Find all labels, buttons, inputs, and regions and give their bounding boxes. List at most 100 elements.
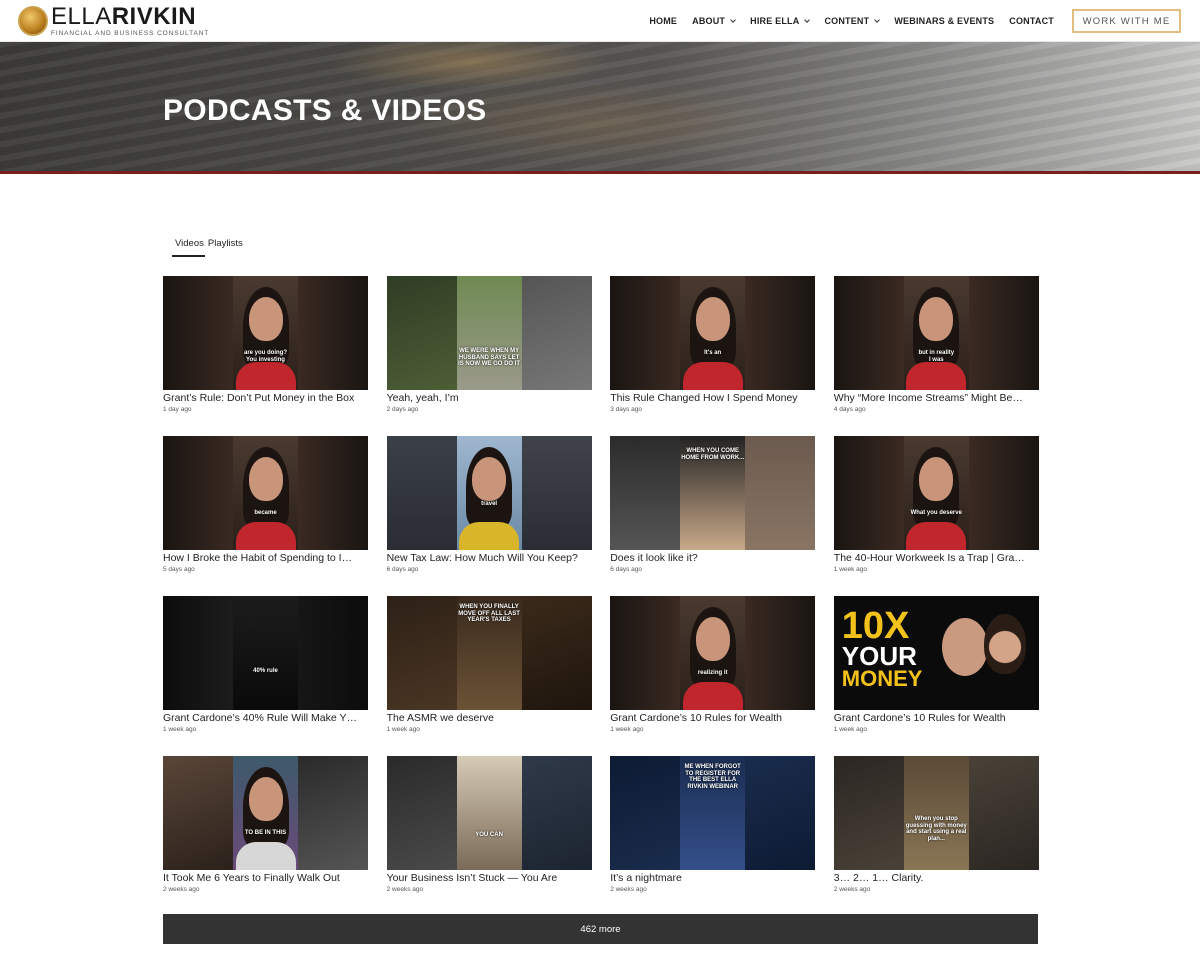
nav-item-home[interactable]: HOME <box>649 16 677 26</box>
video-date: 1 week ago <box>386 726 420 733</box>
thumbnail-background <box>163 436 233 550</box>
thumbnail-background <box>298 436 368 550</box>
thumbnail-caption: realizing it <box>697 670 728 676</box>
site-logo[interactable]: ELLARIVKIN FINANCIAL AND BUSINESS CONSUL… <box>18 2 209 37</box>
video-title[interactable]: Yeah, yeah, I’m <box>387 392 592 404</box>
video-date: 1 week ago <box>833 566 868 573</box>
video-thumbnail[interactable]: TO BE IN THIS <box>163 756 368 870</box>
person-shirt <box>682 362 743 390</box>
video-title[interactable]: 3… 2… 1… Clarity. <box>834 872 1039 884</box>
thumbnail-background <box>968 276 1039 390</box>
video-date: 2 weeks ago <box>163 886 200 893</box>
thumbnail-caption: but in reality I was <box>918 350 955 363</box>
video-card[interactable]: are you doing? You investing Grant’s Rule… <box>163 276 368 436</box>
video-card[interactable]: YOU CAN Your Business Isn’t Stuck — You A… <box>386 756 592 916</box>
person-face <box>248 296 283 341</box>
thumbnail-background <box>833 756 904 870</box>
person-shirt <box>235 362 296 390</box>
video-title[interactable]: How I Broke the Habit of Spending to I… <box>163 552 368 564</box>
thumbnail-text-line: 10X <box>841 605 910 647</box>
video-title[interactable]: Grant Cardone’s 40% Rule Will Make Y… <box>163 712 368 724</box>
video-thumbnail[interactable]: but in reality I was <box>833 276 1039 390</box>
nav-item-hire-ella[interactable]: HIRE ELLA <box>750 16 811 26</box>
video-card[interactable]: 10X YOUR MONEY Grant Cardone’s 10 Rules for… <box>833 596 1039 756</box>
video-card[interactable]: travel New Tax Law: How Much Will You Kee… <box>386 436 592 596</box>
thumbnail-frame <box>233 756 298 870</box>
load-more-button[interactable]: 462 more <box>163 914 1038 944</box>
thumbnail-frame <box>903 436 969 550</box>
video-title[interactable]: Your Business Isn’t Stuck — You Are <box>387 872 592 884</box>
hero-banner: PODCASTS & VIDEOS <box>0 42 1200 171</box>
video-card[interactable]: What you deserve The 40-Hour Workweek Is … <box>833 436 1039 596</box>
thumbnail-background <box>521 436 592 550</box>
tab-playlists[interactable]: Playlists <box>208 238 243 257</box>
thumbnail-background <box>745 276 816 390</box>
video-thumbnail[interactable]: It's an <box>610 276 816 390</box>
person-shirt <box>235 842 296 870</box>
video-title[interactable]: It’s a nightmare <box>610 872 815 884</box>
chevron-down-icon <box>874 16 881 23</box>
tab-videos[interactable]: Videos <box>172 238 205 257</box>
video-card[interactable]: WE WERE WHEN MY HUSBAND SAYS LET IS NOW … <box>386 276 592 436</box>
video-card[interactable]: but in reality I was Why “More Income Str… <box>833 276 1039 436</box>
thumbnail-background <box>521 596 592 710</box>
video-card[interactable]: 40% rule Grant Cardone’s 40% Rule Will Ma… <box>163 596 368 756</box>
video-title[interactable]: The 40-Hour Workweek Is a Trap | Gra… <box>834 552 1039 564</box>
person-face <box>919 456 954 501</box>
thumbnail-caption: WE WERE WHEN MY HUSBAND SAYS LET IS NOW … <box>458 348 521 368</box>
nav-item-label: HIRE ELLA <box>750 16 800 26</box>
video-card[interactable]: WHEN YOU COME HOME FROM WORK... Does it l… <box>610 436 816 596</box>
video-card[interactable]: WHEN YOU FINALLY MOVE OFF ALL LAST YEAR'… <box>386 596 592 756</box>
video-title[interactable]: Grant’s Rule: Don’t Put Money in the Box <box>163 392 368 404</box>
video-card[interactable]: ME WHEN FORGOT TO REGISTER FOR THE BEST … <box>610 756 816 916</box>
nav-item-webinars-events[interactable]: WEBINARS & EVENTS <box>894 16 994 26</box>
thumbnail-background <box>745 756 816 870</box>
video-date: 1 week ago <box>610 726 644 733</box>
video-title[interactable]: The ASMR we deserve <box>387 712 592 724</box>
logo-name-light: ELLA <box>51 2 112 30</box>
video-thumbnail[interactable]: ME WHEN FORGOT TO REGISTER FOR THE BEST … <box>610 756 816 870</box>
video-card[interactable]: realizing it Grant Cardone’s 10 Rules for… <box>610 596 816 756</box>
thumbnail-background <box>610 436 681 550</box>
video-thumbnail[interactable]: travel <box>386 436 592 550</box>
video-date: 1 week ago <box>163 726 197 733</box>
video-thumbnail[interactable]: WHEN YOU FINALLY MOVE OFF ALL LAST YEAR'… <box>386 596 592 710</box>
video-thumbnail[interactable]: are you doing? You investing <box>163 276 368 390</box>
thumbnail-background <box>386 756 457 870</box>
video-card[interactable]: When you stop guessing with money and st… <box>833 756 1039 916</box>
thumbnail-caption: WHEN YOU FINALLY MOVE OFF ALL LAST YEAR'… <box>458 604 520 624</box>
video-title[interactable]: Grant Cardone’s 10 Rules for Wealth <box>610 712 815 724</box>
main-nav: HOME ABOUT HIRE ELLA CONTENT WEBINARS & EVEN… <box>649 0 1054 42</box>
video-title[interactable]: This Rule Changed How I Spend Money <box>610 392 815 404</box>
thumbnail-background <box>298 596 368 710</box>
nav-item-label: CONTACT <box>1009 16 1054 26</box>
person-face <box>248 456 283 501</box>
video-thumbnail[interactable]: realizing it <box>610 596 816 710</box>
video-thumbnail[interactable]: 40% rule <box>163 596 368 710</box>
thumbnail-text-line: MONEY <box>841 665 923 691</box>
nav-item-about[interactable]: ABOUT <box>692 16 736 26</box>
video-title[interactable]: Does it look like it? <box>610 552 815 564</box>
video-title[interactable]: New Tax Law: How Much Will You Keep? <box>387 552 592 564</box>
logo-emblem-icon <box>18 6 48 36</box>
work-with-me-button[interactable]: WORK WITH ME <box>1072 9 1181 33</box>
video-thumbnail[interactable]: YOU CAN <box>386 756 592 870</box>
video-title[interactable]: It Took Me 6 Years to Finally Walk Out <box>163 872 368 884</box>
video-thumbnail[interactable]: When you stop guessing with money and st… <box>833 756 1039 870</box>
video-thumbnail[interactable]: 10X YOUR MONEY <box>833 596 1039 710</box>
nav-item-content[interactable]: CONTENT <box>824 16 881 26</box>
nav-item-contact[interactable]: CONTACT <box>1009 16 1054 26</box>
site-header: ELLARIVKIN FINANCIAL AND BUSINESS CONSUL… <box>0 0 1200 42</box>
video-title[interactable]: Grant Cardone’s 10 Rules for Wealth <box>834 712 1039 724</box>
person-shirt <box>682 682 743 710</box>
video-thumbnail[interactable]: WE WERE WHEN MY HUSBAND SAYS LET IS NOW … <box>386 276 592 390</box>
video-card[interactable]: TO BE IN THIS It Took Me 6 Years to Final… <box>163 756 368 916</box>
thumbnail-caption: ME WHEN FORGOT TO REGISTER FOR THE BEST … <box>684 764 741 790</box>
video-thumbnail[interactable]: What you deserve <box>833 436 1039 550</box>
video-title[interactable]: Why “More Income Streams” Might Be… <box>834 392 1039 404</box>
thumbnail-background <box>386 596 457 710</box>
video-thumbnail[interactable]: WHEN YOU COME HOME FROM WORK... <box>610 436 816 550</box>
video-card[interactable]: It's an This Rule Changed How I Spend Mon… <box>610 276 816 436</box>
video-thumbnail[interactable]: became <box>163 436 368 550</box>
video-card[interactable]: became How I Broke the Habit of Spending … <box>163 436 368 596</box>
